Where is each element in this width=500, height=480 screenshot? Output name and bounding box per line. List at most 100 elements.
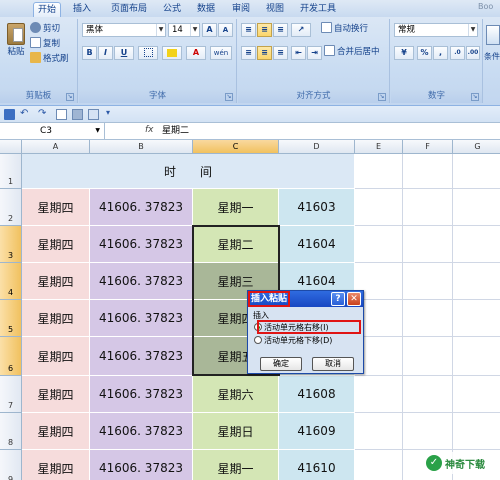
empty-cell[interactable] [403,189,453,226]
empty-cell[interactable] [403,154,453,189]
percent-button[interactable]: % [417,46,432,60]
print-preview-icon[interactable] [56,109,67,120]
number-format-combo[interactable]: 常规 ▼ [394,23,478,37]
fx-icon[interactable]: fx [145,125,154,135]
underline-button[interactable]: U [114,46,134,60]
format-painter-button[interactable]: 格式刷 [30,52,69,67]
column-header-d[interactable]: D [279,140,355,154]
wrap-text-button[interactable]: 自动换行 [321,22,368,37]
cell-a4[interactable]: 星期四 [22,263,90,300]
cell-c2[interactable]: 星期一 [193,189,279,226]
tab-home[interactable]: 开始 [33,2,61,17]
print-icon[interactable] [72,109,83,120]
cell-c9[interactable]: 星期一 [193,450,279,480]
empty-cell[interactable] [403,300,453,337]
align-left-button[interactable]: ≡ [241,46,256,60]
cell-a9[interactable]: 星期四 [22,450,90,480]
font-name-combo[interactable]: 黑体 ▼ [82,23,166,37]
customize-qat-icon[interactable]: ▾ [106,108,110,117]
borders-button[interactable] [138,46,158,60]
bold-button[interactable]: B [82,46,97,60]
column-header-a[interactable]: A [22,140,90,154]
cell-d9[interactable]: 41610 [279,450,355,480]
redo-icon[interactable]: ↷ [38,108,46,119]
align-center-button[interactable]: ≡ [257,46,272,60]
orientation-button[interactable]: ↗ [291,23,311,37]
empty-cell[interactable] [453,413,500,450]
empty-cell[interactable] [403,337,453,376]
row-header-6[interactable]: 6 [0,337,22,376]
column-header-e[interactable]: E [355,140,403,154]
cell-b3[interactable]: 41606. 37823 [90,226,193,263]
alignment-launcher-icon[interactable]: ↘ [378,93,386,101]
align-bottom-button[interactable]: ≡ [273,23,288,37]
cell-c7[interactable]: 星期六 [193,376,279,413]
tab-insert[interactable]: 插入 [70,2,94,17]
cell-a5[interactable]: 星期四 [22,300,90,337]
row-header-5[interactable]: 5 [0,300,22,337]
cell-b9[interactable]: 41606. 37823 [90,450,193,480]
cell-d3[interactable]: 41604 [279,226,355,263]
empty-cell[interactable] [355,413,403,450]
close-icon[interactable]: ✕ [347,292,361,306]
cell-a2[interactable]: 星期四 [22,189,90,226]
empty-cell[interactable] [453,300,500,337]
row-header-7[interactable]: 7 [0,376,22,413]
decrease-decimal-button[interactable]: .00 [466,46,480,60]
empty-cell[interactable] [453,154,500,189]
tab-page-layout[interactable]: 页面布局 [106,2,152,17]
empty-cell[interactable] [453,376,500,413]
fill-color-button[interactable] [162,46,182,60]
align-top-button[interactable]: ≡ [241,23,256,37]
empty-cell[interactable] [355,226,403,263]
font-launcher-icon[interactable]: ↘ [225,93,233,101]
comma-button[interactable]: , [433,46,448,60]
row-header-4[interactable]: 4 [0,263,22,300]
row-header-2[interactable]: 2 [0,189,22,226]
empty-cell[interactable] [453,189,500,226]
cut-button[interactable]: 剪切 [30,22,60,37]
empty-cell[interactable] [355,376,403,413]
tab-data[interactable]: 数据 [194,2,218,17]
font-size-combo[interactable]: 14 ▼ [168,23,200,37]
cell-a6[interactable]: 星期四 [22,337,90,376]
cell-b7[interactable]: 41606. 37823 [90,376,193,413]
empty-cell[interactable] [403,263,453,300]
column-header-b[interactable]: B [90,140,193,154]
empty-cell[interactable] [453,337,500,376]
number-launcher-icon[interactable]: ↘ [471,93,479,101]
phonetic-button[interactable]: wén [210,46,232,60]
cell-d7[interactable]: 41608 [279,376,355,413]
align-right-button[interactable]: ≡ [273,46,288,60]
ok-button[interactable]: 确定 [260,357,302,371]
save-icon[interactable] [4,109,15,120]
clipboard-launcher-icon[interactable]: ↘ [66,93,74,101]
email-icon[interactable] [88,109,99,120]
cell-d8[interactable]: 41609 [279,413,355,450]
paste-button[interactable]: 粘贴 [4,23,28,63]
undo-icon[interactable]: ↶ [20,108,28,119]
column-header-f[interactable]: F [403,140,453,154]
italic-button[interactable]: I [98,46,113,60]
currency-button[interactable]: ¥ [394,46,414,60]
shrink-font-button[interactable]: A [218,23,233,37]
empty-cell[interactable] [453,263,500,300]
grow-font-button[interactable]: A [202,23,217,37]
copy-button[interactable]: 复制 [30,37,60,52]
cell-b2[interactable]: 41606. 37823 [90,189,193,226]
select-all-corner[interactable] [0,140,22,154]
empty-cell[interactable] [403,226,453,263]
empty-cell[interactable] [355,189,403,226]
merge-center-button[interactable]: 合并后居中 [324,45,380,60]
row-header-3[interactable]: 3 [0,226,22,263]
increase-decimal-button[interactable]: .0 [450,46,465,60]
cell-b6[interactable]: 41606. 37823 [90,337,193,376]
align-middle-button[interactable]: ≡ [257,23,272,37]
tab-formulas[interactable]: 公式 [160,2,184,17]
row-header-8[interactable]: 8 [0,413,22,450]
font-color-button[interactable]: A [186,46,206,60]
empty-cell[interactable] [355,154,403,189]
tab-developer[interactable]: 开发工具 [298,2,338,17]
cell-b8[interactable]: 41606. 37823 [90,413,193,450]
cell-a7[interactable]: 星期四 [22,376,90,413]
